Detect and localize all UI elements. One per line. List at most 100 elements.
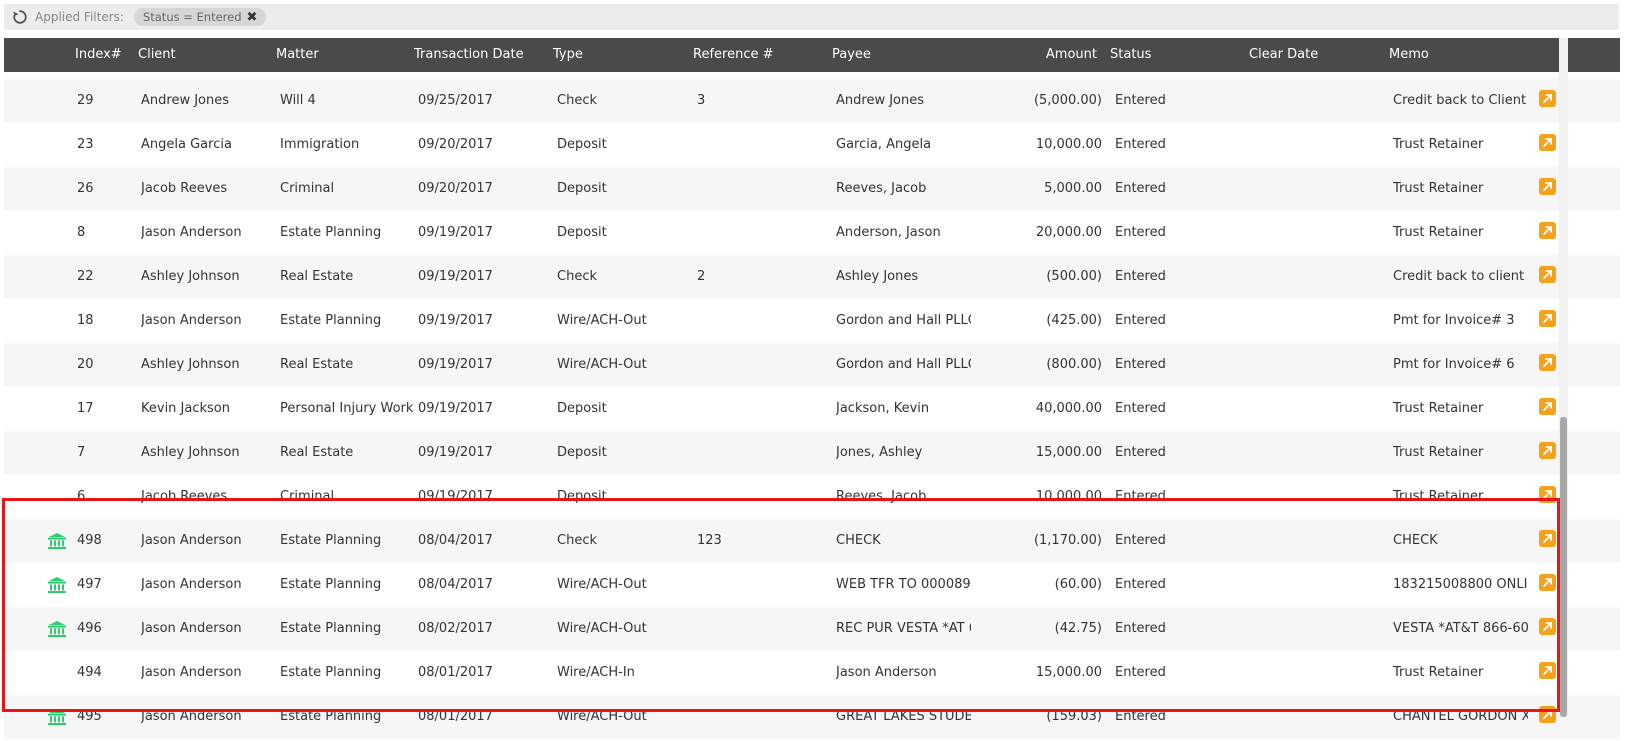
cell-index: 498 bbox=[77, 533, 102, 548]
column-header-memo[interactable]: Memo bbox=[1389, 38, 1429, 72]
table-row[interactable]: 6 Jacob Reeves Criminal 09/19/2017 Depos… bbox=[4, 475, 1620, 519]
cell-matter: Estate Planning bbox=[280, 313, 382, 328]
scrollbar-thumb[interactable] bbox=[1560, 417, 1567, 717]
cell-matter: Estate Planning bbox=[280, 709, 382, 724]
column-header-status[interactable]: Status bbox=[1110, 38, 1151, 72]
column-header-reference[interactable]: Reference # bbox=[693, 38, 774, 72]
reset-filters-icon[interactable] bbox=[11, 8, 29, 26]
table-row[interactable]: 29 Andrew Jones Will 4 09/25/2017 Check … bbox=[4, 79, 1620, 123]
cell-matter: Real Estate bbox=[280, 357, 354, 372]
open-transaction-button[interactable] bbox=[1538, 485, 1556, 503]
edit-cell bbox=[1536, 651, 1558, 695]
cell-clear-date bbox=[1254, 299, 1389, 343]
bank-icon-cell bbox=[46, 651, 68, 695]
cell-amount: 10,000.00 bbox=[1035, 137, 1102, 152]
table-row[interactable]: 20 Ashley Johnson Real Estate 09/19/2017… bbox=[4, 343, 1620, 387]
open-transaction-button[interactable] bbox=[1538, 617, 1556, 635]
column-header-payee[interactable]: Payee bbox=[832, 38, 871, 72]
table-row[interactable]: 495 Jason Anderson Estate Planning 08/01… bbox=[4, 695, 1620, 739]
column-header-matter[interactable]: Matter bbox=[276, 38, 319, 72]
open-transaction-button[interactable] bbox=[1538, 573, 1556, 591]
open-transaction-button[interactable] bbox=[1538, 661, 1556, 679]
cell-memo: 183215008800 ONLIN... bbox=[1393, 577, 1528, 592]
cell-reference: 3 bbox=[697, 93, 706, 108]
column-header-type[interactable]: Type bbox=[553, 38, 583, 72]
open-transaction-button[interactable] bbox=[1538, 177, 1556, 195]
open-transaction-button[interactable] bbox=[1538, 89, 1556, 107]
bank-icon-cell bbox=[46, 563, 68, 607]
bank-icon-cell bbox=[46, 695, 68, 739]
edit-cell bbox=[1536, 299, 1558, 343]
table-row[interactable]: 18 Jason Anderson Estate Planning 09/19/… bbox=[4, 299, 1620, 343]
open-transaction-button[interactable] bbox=[1538, 705, 1556, 723]
cell-amount: (500.00) bbox=[1046, 269, 1102, 284]
open-transaction-button[interactable] bbox=[1538, 529, 1556, 547]
table-row[interactable]: 17 Kevin Jackson Personal Injury Work 09… bbox=[4, 387, 1620, 431]
open-transaction-button[interactable] bbox=[1538, 133, 1556, 151]
table-row[interactable]: 7 Ashley Johnson Real Estate 09/19/2017 … bbox=[4, 431, 1620, 475]
cell-status: Entered bbox=[1115, 137, 1166, 152]
open-transaction-button[interactable] bbox=[1538, 265, 1556, 283]
table-body: 29 Andrew Jones Will 4 09/25/2017 Check … bbox=[4, 79, 1620, 739]
open-transaction-button[interactable] bbox=[1538, 441, 1556, 459]
vertical-scrollbar[interactable] bbox=[1559, 38, 1568, 717]
transactions-table: Index# Client Matter Transaction Date Ty… bbox=[4, 38, 1620, 741]
table-row[interactable]: 498 Jason Anderson Estate Planning 08/04… bbox=[4, 519, 1620, 563]
open-transaction-button[interactable] bbox=[1538, 309, 1556, 327]
bank-icon-cell bbox=[46, 79, 68, 123]
cell-memo: CHANTEL GORDON X... bbox=[1393, 709, 1528, 724]
cell-status: Entered bbox=[1115, 445, 1166, 460]
cell-index: 23 bbox=[77, 137, 94, 152]
cell-clear-date bbox=[1254, 519, 1389, 563]
cell-payee: REC PUR VESTA *AT 6... bbox=[836, 621, 971, 636]
bank-icon bbox=[48, 709, 66, 725]
cell-payee: Anderson, Jason bbox=[836, 225, 941, 240]
table-row[interactable]: 496 Jason Anderson Estate Planning 08/02… bbox=[4, 607, 1620, 651]
cell-matter: Estate Planning bbox=[280, 621, 382, 636]
cell-memo: Trust Retainer bbox=[1393, 489, 1484, 504]
cell-transaction-date: 09/19/2017 bbox=[418, 313, 493, 328]
cell-transaction-date: 09/19/2017 bbox=[418, 401, 493, 416]
cell-transaction-date: 09/19/2017 bbox=[418, 225, 493, 240]
column-header-index[interactable]: Index# bbox=[75, 38, 122, 72]
open-transaction-button[interactable] bbox=[1538, 221, 1556, 239]
cell-index: 496 bbox=[77, 621, 102, 636]
table-row[interactable]: 494 Jason Anderson Estate Planning 08/01… bbox=[4, 651, 1620, 695]
cell-matter: Estate Planning bbox=[280, 577, 382, 592]
cell-matter: Will 4 bbox=[280, 93, 316, 108]
cell-amount: (42.75) bbox=[1054, 621, 1102, 636]
cell-reference bbox=[697, 299, 832, 343]
cell-type: Deposit bbox=[557, 181, 607, 196]
open-transaction-button[interactable] bbox=[1538, 353, 1556, 371]
bank-icon bbox=[48, 533, 66, 549]
cell-type: Wire/ACH-Out bbox=[557, 709, 647, 724]
table-row[interactable]: 8 Jason Anderson Estate Planning 09/19/2… bbox=[4, 211, 1620, 255]
cell-index: 494 bbox=[77, 665, 102, 680]
column-header-transaction-date[interactable]: Transaction Date bbox=[414, 38, 524, 72]
open-transaction-button[interactable] bbox=[1538, 397, 1556, 415]
cell-status: Entered bbox=[1115, 313, 1166, 328]
cell-status: Entered bbox=[1115, 621, 1166, 636]
cell-type: Check bbox=[557, 93, 597, 108]
edit-cell bbox=[1536, 79, 1558, 123]
table-row[interactable]: 497 Jason Anderson Estate Planning 08/04… bbox=[4, 563, 1620, 607]
cell-reference: 2 bbox=[697, 269, 706, 284]
cell-type: Wire/ACH-Out bbox=[557, 621, 647, 636]
column-header-client[interactable]: Client bbox=[138, 38, 176, 72]
cell-memo: Trust Retainer bbox=[1393, 665, 1484, 680]
cell-transaction-date: 09/25/2017 bbox=[418, 93, 493, 108]
cell-payee: WEB TFR TO 0000893... bbox=[836, 577, 971, 592]
cell-payee: GREAT LAKES STUDE... bbox=[836, 709, 971, 724]
table-row[interactable]: 23 Angela Garcia Immigration 09/20/2017 … bbox=[4, 123, 1620, 167]
external-link-icon bbox=[1542, 225, 1552, 235]
column-header-clear-date[interactable]: Clear Date bbox=[1249, 38, 1318, 72]
table-row[interactable]: 22 Ashley Johnson Real Estate 09/19/2017… bbox=[4, 255, 1620, 299]
cell-index: 18 bbox=[77, 313, 94, 328]
table-row[interactable]: 26 Jacob Reeves Criminal 09/20/2017 Depo… bbox=[4, 167, 1620, 211]
remove-filter-icon[interactable]: ✖ bbox=[247, 11, 258, 24]
applied-filters-label: Applied Filters: bbox=[35, 10, 124, 24]
cell-index: 497 bbox=[77, 577, 102, 592]
cell-status: Entered bbox=[1115, 225, 1166, 240]
column-header-amount[interactable]: Amount bbox=[1034, 38, 1097, 72]
edit-cell bbox=[1536, 123, 1558, 167]
